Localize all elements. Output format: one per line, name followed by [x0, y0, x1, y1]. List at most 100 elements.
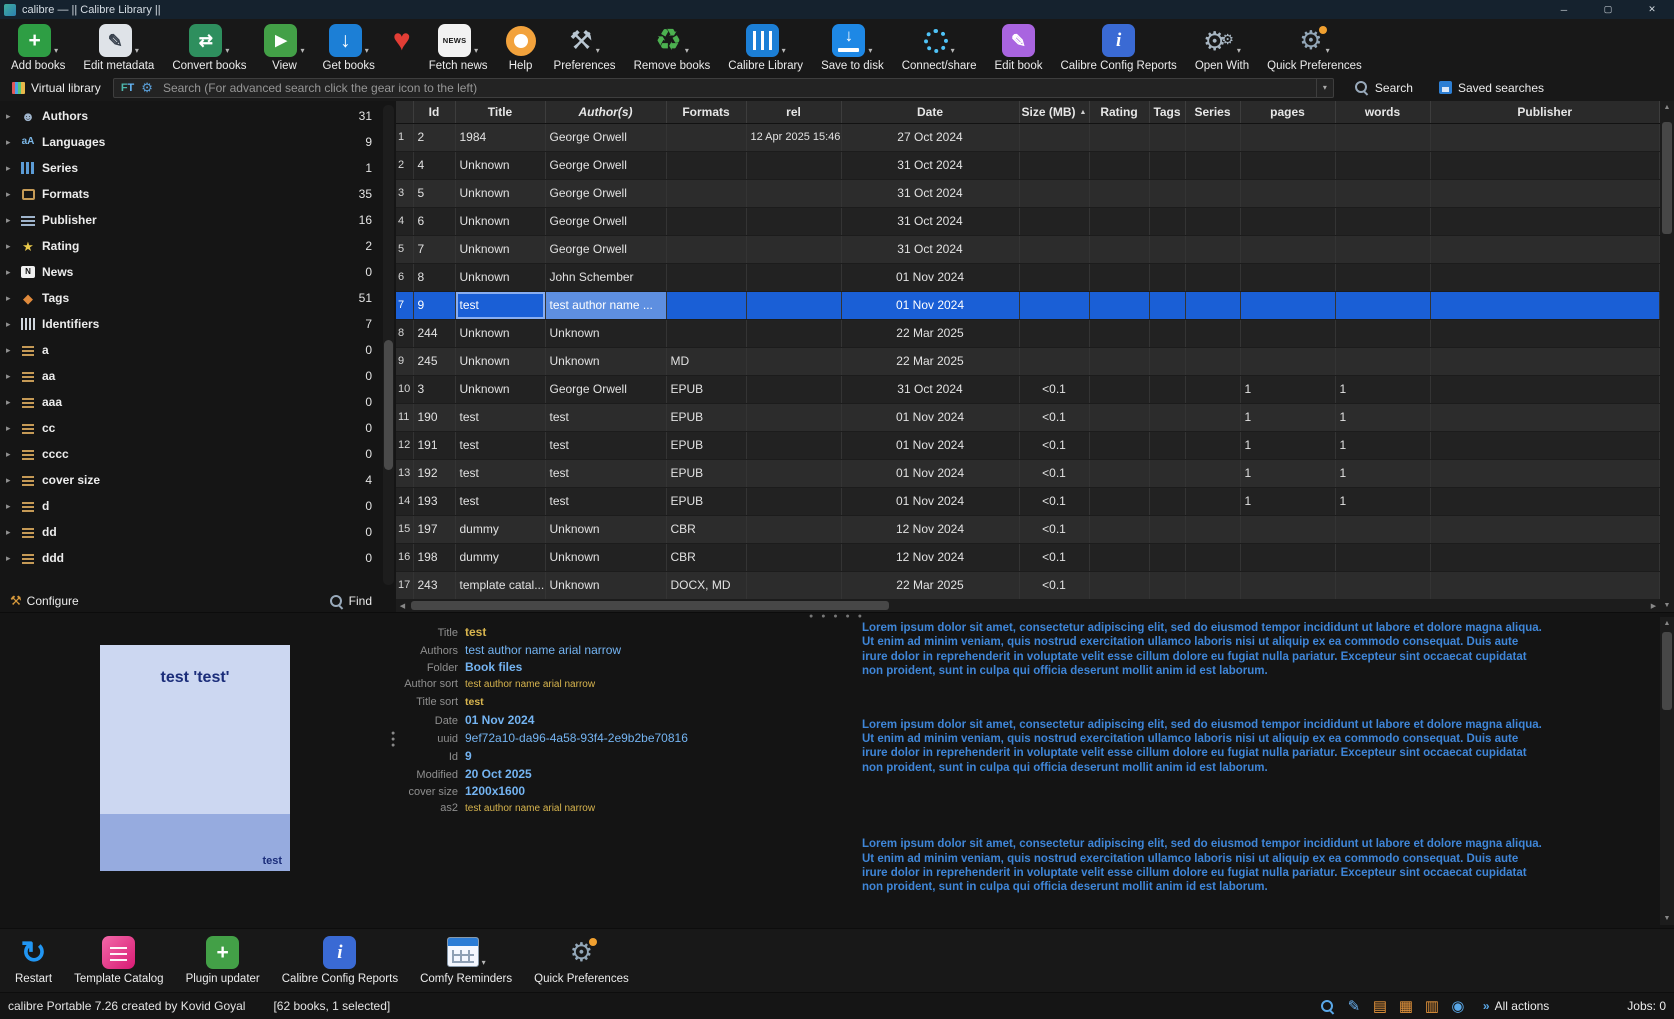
expand-chevron-icon[interactable]: ▸	[6, 501, 19, 512]
book-row[interactable]: 79testtest author name ...01 Nov 2024	[396, 291, 1660, 319]
column-header-authors[interactable]: Author(s)	[545, 101, 666, 123]
cell-pages[interactable]	[1240, 543, 1335, 571]
book-row[interactable]: 15197dummyUnknownCBR12 Nov 2024<0.1	[396, 515, 1660, 543]
cell-size[interactable]: <0.1	[1019, 543, 1089, 571]
cell-rel[interactable]	[746, 571, 841, 599]
library-view-icon[interactable]: ▤	[1369, 997, 1391, 1015]
cell-authors[interactable]: George Orwell	[545, 207, 666, 235]
cell-date[interactable]: 31 Oct 2024	[841, 235, 1019, 263]
tag-browser-item-Identifiers[interactable]: ▸Identifiers7	[0, 311, 396, 337]
cell-size[interactable]	[1019, 291, 1089, 319]
tag-browser-item-cccc[interactable]: ▸cccc0	[0, 441, 396, 467]
cell-publisher[interactable]	[1430, 571, 1660, 599]
minimize-button[interactable]: ─	[1542, 0, 1586, 19]
cell-formats[interactable]: MD	[666, 347, 746, 375]
cell-id[interactable]: 8	[413, 263, 455, 291]
details-splitter-handle[interactable]: ●●●	[391, 731, 395, 749]
column-header-publisher[interactable]: Publisher	[1430, 101, 1660, 123]
column-header-formats[interactable]: Formats	[666, 101, 746, 123]
toolbar-button-view[interactable]: ▶▾View	[255, 22, 313, 72]
cell-pages[interactable]	[1240, 123, 1335, 151]
cell-formats[interactable]: EPUB	[666, 403, 746, 431]
cell-tags[interactable]	[1149, 403, 1185, 431]
cell-formats[interactable]	[666, 263, 746, 291]
toolbar-button-add-books[interactable]: +▾Add books	[2, 22, 74, 72]
cell-publisher[interactable]	[1430, 319, 1660, 347]
cell-publisher[interactable]	[1430, 347, 1660, 375]
book-row[interactable]: 12191testtestEPUB01 Nov 2024<0.111	[396, 431, 1660, 459]
bottom-toolbar-button-template-catalog[interactable]: Template Catalog	[63, 933, 175, 985]
horizontal-scrollbar[interactable]: ◀ ▶	[396, 599, 1660, 612]
toolbar-button-convert-books[interactable]: ⇄▾Convert books	[163, 22, 255, 72]
cell-authors[interactable]: George Orwell	[545, 151, 666, 179]
expand-chevron-icon[interactable]: ▸	[6, 423, 19, 434]
cell-words[interactable]	[1335, 179, 1430, 207]
splitter-handle[interactable]: ● ● ● ● ●	[0, 613, 1674, 621]
cell-formats[interactable]: EPUB	[666, 459, 746, 487]
expand-chevron-icon[interactable]: ▸	[6, 345, 19, 356]
comments-scroll-down-icon[interactable]: ▼	[1661, 912, 1674, 925]
book-row[interactable]: 11190testtestEPUB01 Nov 2024<0.111	[396, 403, 1660, 431]
cell-tags[interactable]	[1149, 571, 1185, 599]
cell-rel[interactable]	[746, 179, 841, 207]
cell-size[interactable]: <0.1	[1019, 431, 1089, 459]
dropdown-arrow-icon[interactable]: ▾	[868, 46, 872, 59]
expand-chevron-icon[interactable]: ▸	[6, 267, 19, 278]
expand-chevron-icon[interactable]: ▸	[6, 215, 19, 226]
cell-words[interactable]	[1335, 235, 1430, 263]
dropdown-arrow-icon[interactable]: ▾	[225, 46, 229, 59]
cell-size[interactable]	[1019, 179, 1089, 207]
cell-tags[interactable]	[1149, 151, 1185, 179]
cell-formats[interactable]	[666, 123, 746, 151]
cell-publisher[interactable]	[1430, 207, 1660, 235]
cell-title[interactable]: Unknown	[455, 347, 545, 375]
scroll-down-icon[interactable]: ▼	[1661, 599, 1674, 612]
toolbar-button-preferences[interactable]: ⚒▾Preferences	[545, 22, 625, 72]
column-header-tags[interactable]: Tags	[1149, 101, 1185, 123]
tag-browser-item-Series[interactable]: ▸Series1	[0, 155, 396, 181]
cell-id[interactable]: 245	[413, 347, 455, 375]
cell-series[interactable]	[1185, 291, 1240, 319]
cell-size[interactable]: <0.1	[1019, 459, 1089, 487]
book-row[interactable]: 46UnknownGeorge Orwell31 Oct 2024	[396, 207, 1660, 235]
toolbar-button-connect-share[interactable]: ▾Connect/share	[893, 22, 986, 72]
cell-words[interactable]	[1335, 151, 1430, 179]
cell-rating[interactable]	[1089, 571, 1149, 599]
toolbar-button-help[interactable]: Help	[497, 22, 545, 72]
cell-rel[interactable]	[746, 375, 841, 403]
cell-id[interactable]: 191	[413, 431, 455, 459]
cell-rel[interactable]	[746, 151, 841, 179]
cell-pages[interactable]	[1240, 207, 1335, 235]
horizontal-scroll-track[interactable]	[409, 599, 1647, 612]
cell-authors[interactable]: test	[545, 459, 666, 487]
comments-scrollbar[interactable]: ▲ ▼	[1660, 617, 1674, 925]
cell-date[interactable]: 01 Nov 2024	[841, 403, 1019, 431]
cell-words[interactable]	[1335, 543, 1430, 571]
cell-date[interactable]: 12 Nov 2024	[841, 543, 1019, 571]
dropdown-arrow-icon[interactable]: ▾	[482, 958, 486, 971]
toolbar-button-open-with[interactable]: ⚙⚙▾Open With	[1186, 22, 1258, 72]
cell-title[interactable]: Unknown	[455, 207, 545, 235]
cell-rating[interactable]	[1089, 347, 1149, 375]
book-row[interactable]: 24UnknownGeorge Orwell31 Oct 2024	[396, 151, 1660, 179]
tag-browser-item-Languages[interactable]: ▸aALanguages9	[0, 129, 396, 155]
book-row[interactable]: 13192testtestEPUB01 Nov 2024<0.111	[396, 459, 1660, 487]
cell-tags[interactable]	[1149, 487, 1185, 515]
cell-id[interactable]: 243	[413, 571, 455, 599]
cell-publisher[interactable]	[1430, 179, 1660, 207]
cell-date[interactable]: 27 Oct 2024	[841, 123, 1019, 151]
cell-rating[interactable]	[1089, 319, 1149, 347]
column-header-rating[interactable]: Rating	[1089, 101, 1149, 123]
cell-pages[interactable]	[1240, 235, 1335, 263]
cell-authors[interactable]: Unknown	[545, 347, 666, 375]
tag-browser-item-d[interactable]: ▸d0	[0, 493, 396, 519]
cell-pages[interactable]: 1	[1240, 375, 1335, 403]
cell-formats[interactable]	[666, 235, 746, 263]
toolbar-button-get-books[interactable]: ↓▾Get books	[314, 22, 384, 72]
cell-id[interactable]: 2	[413, 123, 455, 151]
cell-pages[interactable]	[1240, 179, 1335, 207]
cell-authors[interactable]: Unknown	[545, 571, 666, 599]
column-header-title[interactable]: Title	[455, 101, 545, 123]
highlight-icon[interactable]: ✎	[1343, 997, 1365, 1015]
tag-browser-scrollbar[interactable]	[383, 105, 394, 585]
